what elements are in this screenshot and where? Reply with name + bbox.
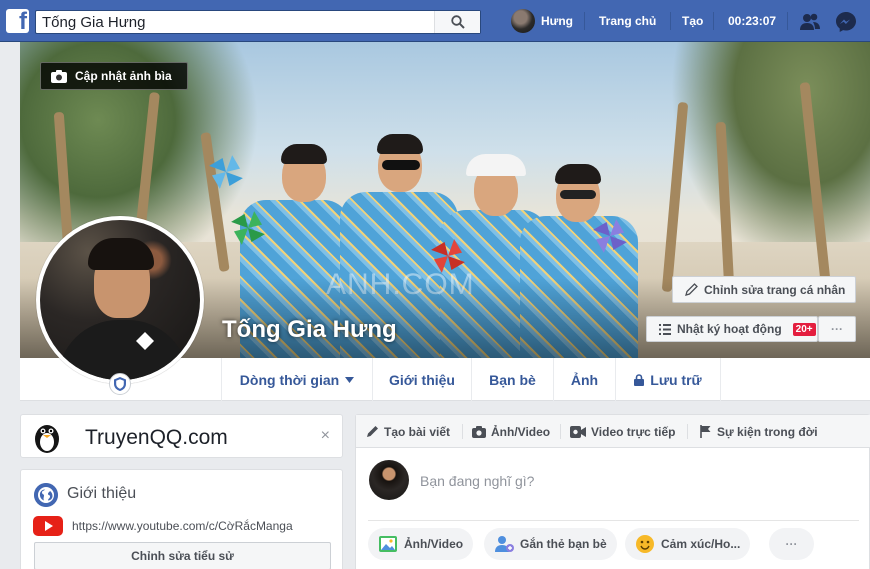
tab-divider bbox=[687, 424, 688, 439]
list-icon bbox=[659, 323, 671, 335]
composer-tabs: Tạo bài viết Ảnh/Video Video trực tiếp S… bbox=[356, 415, 870, 448]
nav-divider bbox=[670, 12, 671, 30]
camera-icon bbox=[51, 69, 67, 83]
nav-divider bbox=[787, 12, 788, 30]
search-box bbox=[35, 10, 481, 34]
close-icon[interactable]: × bbox=[321, 427, 330, 445]
more-label: ··· bbox=[831, 322, 843, 336]
youtube-icon bbox=[33, 516, 63, 536]
tab-live-video-label: Video trực tiếp bbox=[591, 424, 676, 439]
tab-friends[interactable]: Bạn bè bbox=[471, 358, 553, 401]
camera-icon bbox=[472, 425, 486, 438]
more-actions-label: ··· bbox=[785, 537, 798, 551]
tab-life-event-label: Sự kiện trong đời bbox=[717, 424, 818, 439]
tab-create-post[interactable]: Tạo bài viết bbox=[366, 415, 450, 448]
photo-video-label: Ảnh/Video bbox=[404, 537, 464, 551]
profile-picture[interactable] bbox=[36, 216, 204, 384]
nav-home-link[interactable]: Trang chủ bbox=[599, 14, 656, 28]
pencil-icon bbox=[685, 283, 698, 296]
intro-title: Giới thiệu bbox=[67, 485, 137, 502]
activity-count-badge: 20+ bbox=[792, 322, 816, 336]
tab-photo-video-label: Ảnh/Video bbox=[491, 424, 551, 439]
globe-icon bbox=[34, 483, 58, 507]
tab-life-event[interactable]: Sự kiện trong đời bbox=[700, 415, 818, 448]
search-button[interactable] bbox=[434, 11, 480, 33]
smiley-icon bbox=[636, 535, 654, 553]
tab-divider bbox=[560, 424, 561, 439]
nav-profile-link[interactable]: Hưng bbox=[511, 9, 573, 33]
youtube-link[interactable]: https://www.youtube.com/c/CờRắcManga bbox=[72, 519, 293, 533]
pencil-icon bbox=[367, 426, 378, 437]
nav-divider bbox=[713, 12, 714, 30]
more-options-button[interactable]: ··· bbox=[818, 316, 856, 342]
update-cover-button[interactable]: Cập nhật ảnh bìa bbox=[40, 62, 188, 90]
tag-friends-icon bbox=[495, 536, 514, 552]
shield-icon bbox=[114, 377, 126, 391]
penguin-logo-icon bbox=[35, 425, 59, 453]
top-navigation-bar: f Hưng Trang chủ Tạo 00:23:07 bbox=[0, 0, 870, 42]
tab-photo-video[interactable]: Ảnh/Video bbox=[472, 415, 550, 448]
tab-photos-label: Ảnh bbox=[570, 371, 599, 388]
avatar bbox=[511, 9, 535, 33]
lock-icon bbox=[634, 373, 645, 386]
edit-profile-label: Chỉnh sửa trang cá nhân bbox=[704, 282, 846, 297]
edit-bio-label: Chỉnh sửa tiểu sử bbox=[131, 549, 234, 563]
messenger-icon[interactable] bbox=[835, 11, 857, 33]
nav-divider bbox=[584, 12, 585, 30]
tab-archive[interactable]: Lưu trữ bbox=[615, 358, 721, 401]
tab-archive-label: Lưu trữ bbox=[650, 371, 702, 388]
avatar bbox=[369, 460, 409, 500]
more-actions-button[interactable]: ··· bbox=[769, 528, 814, 560]
activity-log-label: Nhật ký hoạt động bbox=[677, 322, 782, 336]
composer-divider bbox=[368, 520, 859, 521]
video-camera-icon bbox=[570, 425, 586, 438]
post-composer: Tạo bài viết Ảnh/Video Video trực tiếp S… bbox=[355, 414, 870, 569]
tab-divider bbox=[462, 424, 463, 439]
edit-bio-button[interactable]: Chỉnh sửa tiểu sử bbox=[34, 542, 331, 569]
nav-clock: 00:23:07 bbox=[728, 14, 777, 28]
search-input[interactable] bbox=[36, 11, 436, 33]
sponsored-title: TruyenQQ.com bbox=[85, 426, 228, 449]
flag-icon bbox=[700, 425, 711, 438]
search-icon bbox=[450, 15, 465, 29]
tag-friends-button[interactable]: Gắn thẻ bạn bè bbox=[484, 528, 617, 560]
tab-friends-label: Bạn bè bbox=[489, 371, 536, 388]
facebook-logo-icon[interactable]: f bbox=[6, 8, 29, 35]
tab-timeline[interactable]: Dòng thời gian bbox=[221, 358, 372, 401]
tab-create-post-label: Tạo bài viết bbox=[384, 424, 451, 439]
chevron-down-icon bbox=[345, 376, 355, 383]
update-cover-label: Cập nhật ảnh bìa bbox=[75, 69, 172, 83]
feeling-activity-label: Cảm xúc/Ho... bbox=[661, 537, 741, 551]
tag-friends-label: Gắn thẻ bạn bè bbox=[520, 537, 607, 551]
nav-create-link[interactable]: Tạo bbox=[682, 14, 703, 28]
tab-timeline-label: Dòng thời gian bbox=[239, 371, 340, 388]
profile-guard-shield[interactable] bbox=[109, 373, 131, 395]
feeling-activity-button[interactable]: Cảm xúc/Ho... bbox=[625, 528, 751, 560]
edit-profile-button[interactable]: Chỉnh sửa trang cá nhân bbox=[672, 276, 856, 303]
photo-icon bbox=[379, 536, 397, 552]
tab-photos[interactable]: Ảnh bbox=[553, 358, 615, 401]
nav-user-name: Hưng bbox=[541, 14, 574, 28]
tab-about-label: Giới thiệu bbox=[389, 371, 455, 388]
tab-about[interactable]: Giới thiệu bbox=[372, 358, 471, 401]
intro-card: Giới thiệu https://www.youtube.com/c/CờR… bbox=[20, 469, 343, 569]
activity-log-button[interactable]: Nhật ký hoạt động 20+ bbox=[646, 316, 818, 342]
friend-requests-icon[interactable] bbox=[799, 11, 821, 33]
post-input[interactable]: Bạn đang nghĩ gì? bbox=[420, 473, 534, 489]
tab-live-video[interactable]: Video trực tiếp bbox=[570, 415, 676, 448]
sponsored-card[interactable]: TruyenQQ.com × bbox=[20, 414, 343, 458]
profile-name[interactable]: Tống Gia Hưng bbox=[222, 316, 397, 344]
photo-video-button[interactable]: Ảnh/Video bbox=[368, 528, 474, 560]
